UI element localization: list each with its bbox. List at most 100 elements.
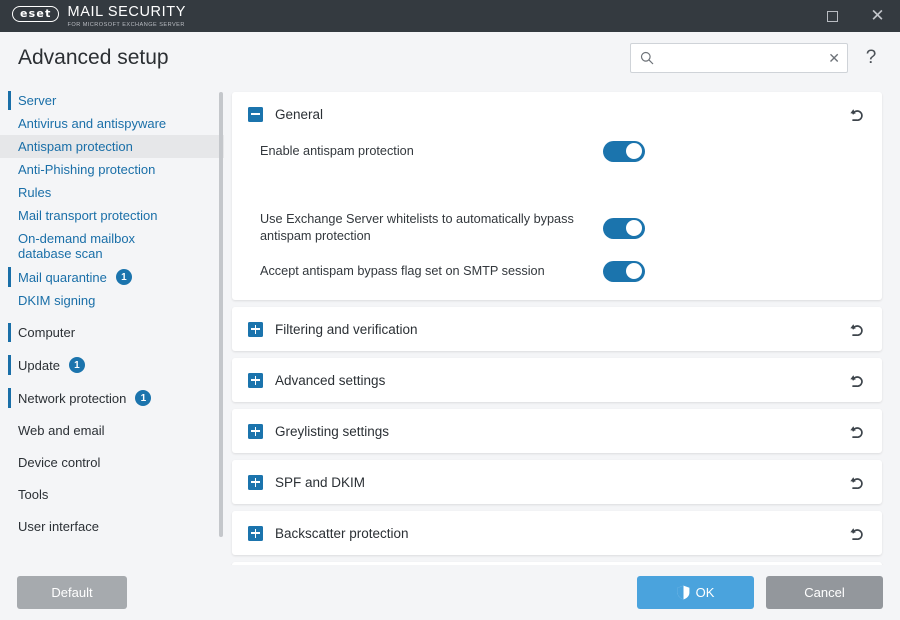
sidebar-item-network-protection[interactable]: Network protection 1 bbox=[0, 386, 224, 410]
revert-arrow-glyph bbox=[849, 372, 866, 389]
sidebar-item-label: Antispam protection bbox=[18, 139, 133, 154]
section-title: Backscatter protection bbox=[275, 526, 846, 541]
eset-logo: eset bbox=[12, 6, 59, 22]
product-name-block: MAIL SECURITY FOR MICROSOFT EXCHANGE SER… bbox=[68, 5, 186, 29]
sidebar-item-device-control[interactable]: Device control bbox=[0, 451, 224, 474]
revert-arrow-icon[interactable] bbox=[846, 318, 868, 340]
revert-arrow-icon[interactable] bbox=[846, 420, 868, 442]
content-area: Server Antivirus and antispyware Antispam … bbox=[0, 84, 900, 565]
setting-toggle[interactable] bbox=[603, 218, 645, 239]
revert-arrow-glyph bbox=[849, 474, 866, 491]
setting-label: Use Exchange Server whitelists to automa… bbox=[248, 211, 603, 245]
sidebar-scrollbar[interactable] bbox=[219, 92, 223, 537]
search-clear-icon[interactable]: ✕ bbox=[828, 51, 840, 65]
sidebar-item-mail-transport-protection[interactable]: Mail transport protection bbox=[0, 204, 224, 227]
ok-button-label: OK bbox=[696, 585, 715, 600]
sidebar-item-antispam-protection[interactable]: Antispam protection bbox=[0, 135, 224, 158]
window-controls: ✕ bbox=[810, 0, 900, 32]
search-box[interactable]: ✕ bbox=[630, 43, 848, 73]
section-header-advanced-settings[interactable]: Advanced settings bbox=[232, 358, 882, 402]
sidebar-item-label: Tools bbox=[18, 487, 48, 502]
expand-plus-icon[interactable] bbox=[248, 526, 263, 541]
sidebar-item-rules[interactable]: Rules bbox=[0, 181, 224, 204]
sidebar-nav: Server Antivirus and antispyware Antispam … bbox=[0, 84, 224, 565]
sidebar-item-label: Anti-Phishing protection bbox=[18, 162, 155, 177]
expand-plus-icon[interactable] bbox=[248, 373, 263, 388]
sidebar-item-label: Network protection bbox=[18, 391, 126, 406]
setting-spacer bbox=[248, 166, 868, 200]
sidebar-item-mail-quarantine[interactable]: Mail quarantine 1 bbox=[0, 265, 224, 289]
search-icon bbox=[640, 51, 654, 65]
revert-arrow-icon[interactable] bbox=[846, 369, 868, 391]
toggle-knob bbox=[626, 263, 642, 279]
section-header-general[interactable]: General bbox=[232, 92, 882, 136]
section-header-filtering-and-verification[interactable]: Filtering and verification bbox=[232, 307, 882, 351]
product-name: MAIL SECURITY bbox=[68, 5, 186, 20]
sidebar-item-label: User interface bbox=[18, 519, 99, 534]
section-header-spf-and-dkim[interactable]: SPF and DKIM bbox=[232, 460, 882, 504]
section-title: Filtering and verification bbox=[275, 322, 846, 337]
help-icon[interactable]: ? bbox=[858, 48, 884, 68]
sidebar-item-antivirus-and-antispyware[interactable]: Antivirus and antispyware bbox=[0, 112, 224, 135]
revert-arrow-glyph bbox=[849, 321, 866, 338]
section-general: General Enable antispam protection Use Exc… bbox=[232, 92, 882, 300]
section-title: Greylisting settings bbox=[275, 424, 846, 439]
app-branding: eset MAIL SECURITY FOR MICROSOFT EXCHANG… bbox=[0, 3, 186, 29]
sidebar-item-computer[interactable]: Computer bbox=[0, 321, 224, 344]
sidebar-item-anti-phishing-protection[interactable]: Anti-Phishing protection bbox=[0, 158, 224, 181]
setting-toggle[interactable] bbox=[603, 261, 645, 282]
sidebar-item-tools[interactable]: Tools bbox=[0, 483, 224, 506]
revert-arrow-glyph bbox=[849, 423, 866, 440]
toggle-knob bbox=[626, 220, 642, 236]
sidebar-item-user-interface[interactable]: User interface bbox=[0, 515, 224, 538]
sidebar-item-label: Mail quarantine bbox=[18, 270, 107, 285]
sidebar-item-update[interactable]: Update1 bbox=[0, 353, 224, 377]
section-header-backscatter-protection[interactable]: Backscatter protection bbox=[232, 511, 882, 555]
revert-arrow-icon[interactable] bbox=[846, 471, 868, 493]
sidebar-item-server[interactable]: Server bbox=[0, 89, 224, 112]
search-input[interactable] bbox=[660, 51, 822, 65]
collapse-minus-icon[interactable] bbox=[248, 107, 263, 122]
close-button[interactable]: ✕ bbox=[855, 0, 900, 32]
sidebar-item-label: Mail transport protection bbox=[18, 208, 157, 223]
expand-plus-icon[interactable] bbox=[248, 475, 263, 490]
section-backscatter-protection: Backscatter protection bbox=[232, 511, 882, 555]
section-filtering-and-verification: Filtering and verification bbox=[232, 307, 882, 351]
section-header-sender-spoofing-protection[interactable]: Sender spoofing protection bbox=[232, 562, 882, 565]
revert-arrow-icon[interactable] bbox=[846, 103, 868, 125]
sidebar-item-list: Server Antivirus and antispyware Antispam … bbox=[0, 89, 224, 538]
cancel-button[interactable]: Cancel bbox=[766, 576, 883, 609]
setting-row: Use Exchange Server whitelists to automa… bbox=[248, 200, 868, 256]
section-advanced-settings: Advanced settings bbox=[232, 358, 882, 402]
sidebar-scrollbar-thumb[interactable] bbox=[219, 92, 223, 537]
sidebar-item-web-and-email[interactable]: Web and email bbox=[0, 419, 224, 442]
sidebar-item-label: Rules bbox=[18, 185, 51, 200]
sidebar-item-dkim-signing[interactable]: DKIM signing bbox=[0, 289, 224, 312]
settings-section-list: General Enable antispam protection Use Exc… bbox=[232, 92, 882, 565]
section-header-greylisting-settings[interactable]: Greylisting settings bbox=[232, 409, 882, 453]
section-body-general: Enable antispam protection Use Exchange S… bbox=[232, 136, 882, 300]
sidebar-item-label: Update bbox=[18, 358, 60, 373]
revert-arrow-icon[interactable] bbox=[846, 522, 868, 544]
setting-toggle[interactable] bbox=[603, 141, 645, 162]
shield-icon bbox=[677, 585, 690, 600]
maximize-icon bbox=[827, 11, 838, 22]
section-greylisting-settings: Greylisting settings bbox=[232, 409, 882, 453]
sidebar-item-label: Antivirus and antispyware bbox=[18, 116, 166, 131]
section-sender-spoofing-protection: Sender spoofing protection bbox=[232, 562, 882, 565]
section-title: General bbox=[275, 107, 846, 122]
section-title: Advanced settings bbox=[275, 373, 846, 388]
setting-row: Enable antispam protection bbox=[248, 136, 868, 166]
sidebar-item-on-demand-mailbox-database-scan[interactable]: On-demand mailbox database scan bbox=[0, 227, 224, 265]
toggle-knob bbox=[626, 143, 642, 159]
expand-plus-icon[interactable] bbox=[248, 322, 263, 337]
maximize-button[interactable] bbox=[810, 0, 855, 32]
close-icon: ✕ bbox=[870, 6, 884, 26]
advanced-setup-window: eset MAIL SECURITY FOR MICROSOFT EXCHANG… bbox=[0, 0, 900, 620]
default-button[interactable]: Default bbox=[17, 576, 127, 609]
setting-label: Accept antispam bypass flag set on SMTP … bbox=[248, 263, 603, 280]
expand-plus-icon[interactable] bbox=[248, 424, 263, 439]
ok-button[interactable]: OK bbox=[637, 576, 754, 609]
sidebar-item-badge: 1 bbox=[116, 269, 132, 285]
sidebar-item-badge: 1 bbox=[135, 390, 151, 406]
